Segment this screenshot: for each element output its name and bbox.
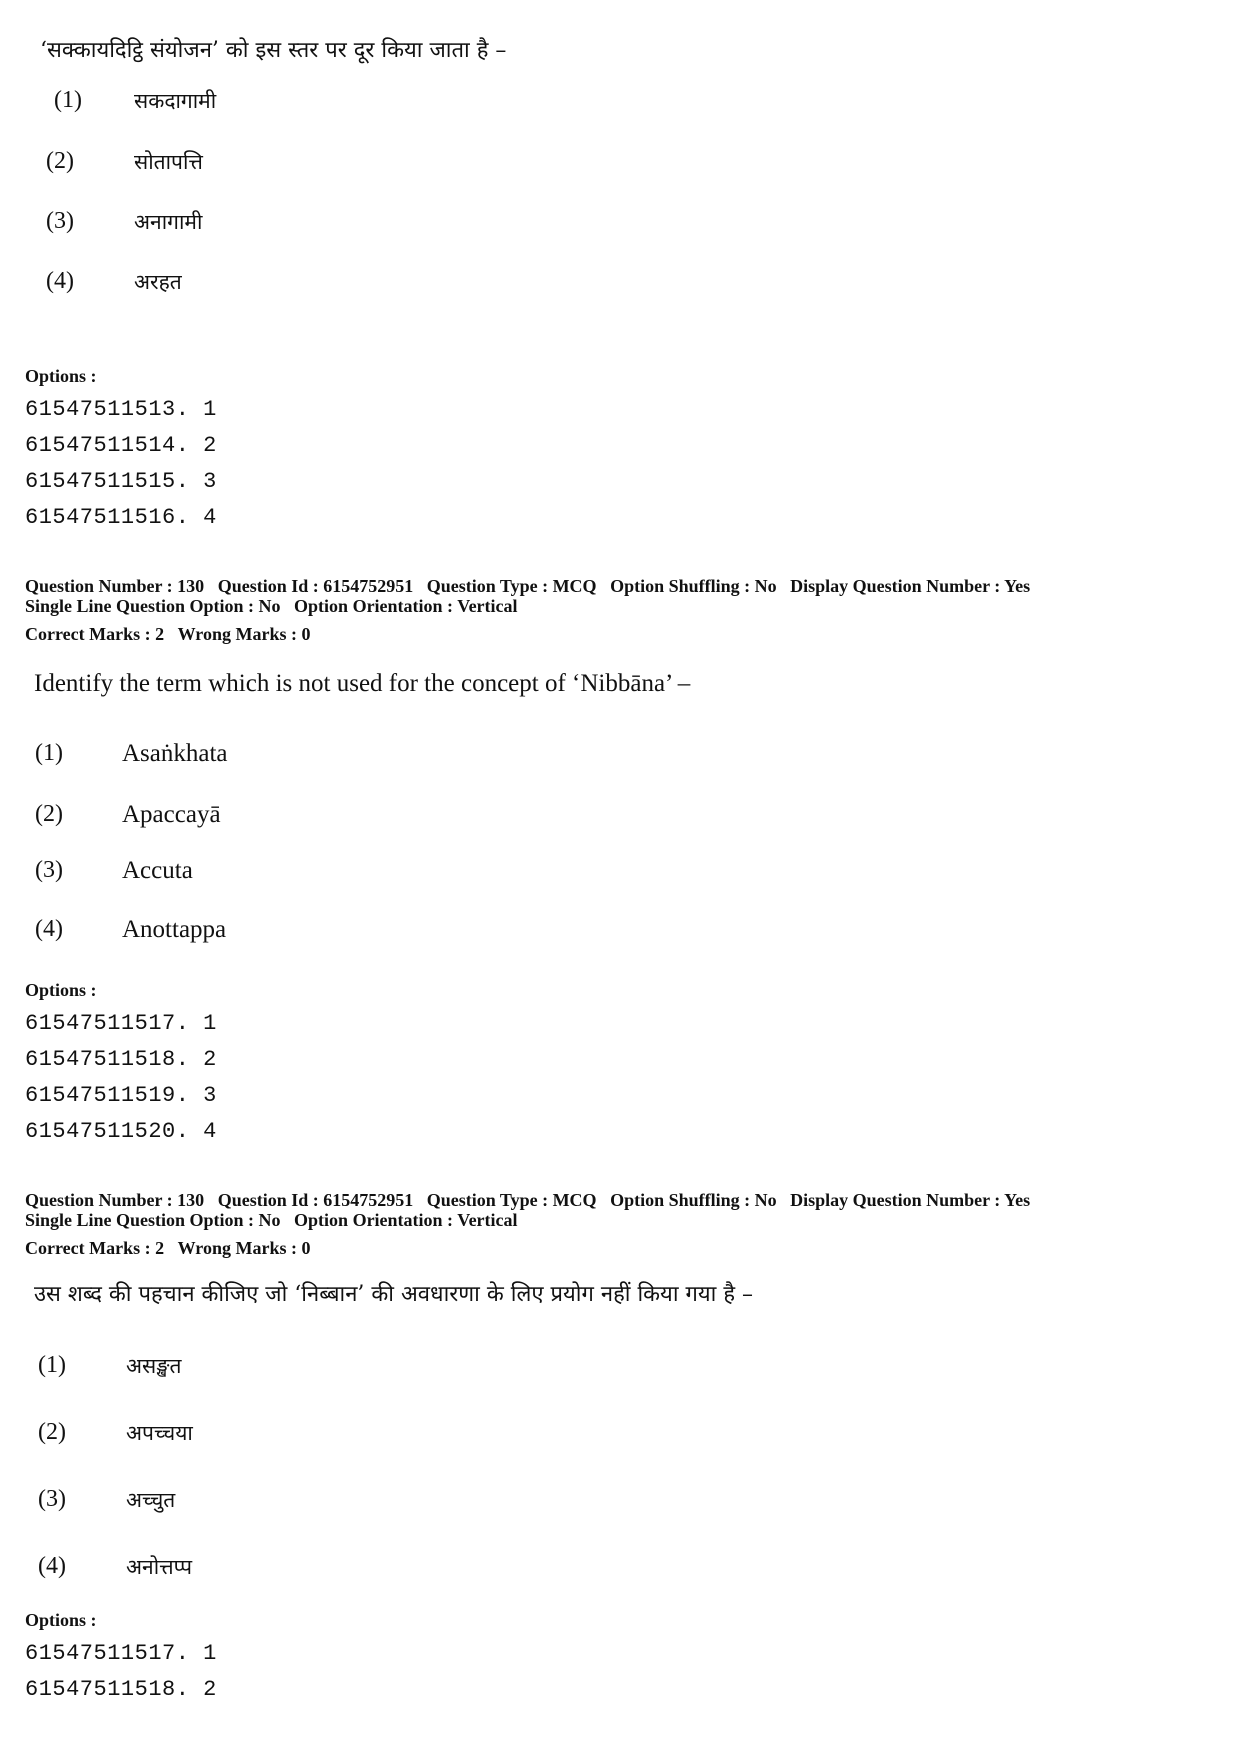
option-orientation: Option Orientation : Vertical — [294, 1210, 518, 1230]
question-number: Question Number : 130 — [25, 1190, 205, 1210]
question-meta-line-1: Question Number : 130 Question Id : 6154… — [25, 1190, 1030, 1210]
choice-number: (3) — [38, 1486, 66, 1512]
question-text: उस शब्द की पहचान कीजिए जो ‘निब्बान’ की अ… — [34, 1282, 754, 1307]
option-id: 61547511514. 2 — [25, 433, 217, 458]
choice-text: Asaṅkhata — [122, 740, 228, 767]
question-id: Question Id : 6154752951 — [217, 576, 414, 596]
display-question-number: Display Question Number : Yes — [790, 1190, 1031, 1210]
choice-text: असङ्खत — [126, 1354, 182, 1378]
question-marks: Correct Marks : 2 Wrong Marks : 0 — [25, 1238, 310, 1258]
display-question-number: Display Question Number : Yes — [790, 576, 1031, 596]
single-line-option: Single Line Question Option : No — [25, 1210, 281, 1230]
option-id: 61547511518. 2 — [25, 1677, 217, 1702]
choice-text: सकदागामी — [134, 89, 217, 113]
choice-number: (2) — [46, 148, 74, 174]
question-type: Question Type : MCQ — [426, 576, 597, 596]
option-id: 61547511517. 1 — [25, 1011, 217, 1036]
choice-text: Apaccayā — [122, 801, 221, 828]
option-id: 61547511517. 1 — [25, 1641, 217, 1666]
option-id: 61547511516. 4 — [25, 505, 217, 530]
option-orientation: Option Orientation : Vertical — [294, 596, 518, 616]
choice-text: अनागामी — [134, 210, 203, 234]
options-label: Options : — [25, 1610, 97, 1630]
single-line-option: Single Line Question Option : No — [25, 596, 281, 616]
question-meta-line-1: Question Number : 130 Question Id : 6154… — [25, 576, 1030, 596]
question-text: ‘सक्कायदिट्ठि संयोजन’ को इस स्तर पर दूर … — [40, 38, 507, 63]
options-label: Options : — [25, 980, 97, 1000]
choice-number: (1) — [35, 740, 63, 766]
choice-text: अच्चुत — [126, 1488, 176, 1512]
choice-number: (3) — [35, 857, 63, 883]
choice-number: (3) — [46, 208, 74, 234]
option-id: 61547511518. 2 — [25, 1047, 217, 1072]
question-type: Question Type : MCQ — [426, 1190, 597, 1210]
option-id: 61547511515. 3 — [25, 469, 217, 494]
choice-text: सोतापत्ति — [134, 150, 203, 174]
option-id: 61547511520. 4 — [25, 1119, 217, 1144]
choice-text: अपच्चया — [126, 1421, 193, 1445]
question-marks: Correct Marks : 2 Wrong Marks : 0 — [25, 624, 310, 644]
choice-number: (1) — [54, 87, 82, 113]
choice-text: अनोत्तप्प — [126, 1555, 193, 1579]
question-meta-line-2: Single Line Question Option : No Option … — [25, 596, 518, 616]
options-label: Options : — [25, 366, 97, 386]
choice-number: (4) — [38, 1553, 66, 1579]
choice-text: Anottappa — [122, 916, 227, 943]
choice-text: Accuta — [122, 857, 193, 884]
option-shuffling: Option Shuffling : No — [610, 1190, 777, 1210]
correct-marks: Correct Marks : 2 — [25, 1238, 165, 1258]
question-number: Question Number : 130 — [25, 576, 205, 596]
choice-number: (4) — [35, 916, 63, 942]
question-text: Identify the term which is not used for … — [34, 670, 691, 697]
choice-text: अरहत — [134, 270, 182, 294]
choice-number: (2) — [35, 801, 63, 827]
wrong-marks: Wrong Marks : 0 — [177, 624, 311, 644]
wrong-marks: Wrong Marks : 0 — [177, 1238, 311, 1258]
question-meta-line-2: Single Line Question Option : No Option … — [25, 1210, 518, 1230]
option-id: 61547511513. 1 — [25, 397, 217, 422]
option-shuffling: Option Shuffling : No — [610, 576, 777, 596]
choice-number: (1) — [38, 1352, 66, 1378]
question-id: Question Id : 6154752951 — [217, 1190, 414, 1210]
option-id: 61547511519. 3 — [25, 1083, 217, 1108]
correct-marks: Correct Marks : 2 — [25, 624, 165, 644]
choice-number: (4) — [46, 268, 74, 294]
choice-number: (2) — [38, 1419, 66, 1445]
